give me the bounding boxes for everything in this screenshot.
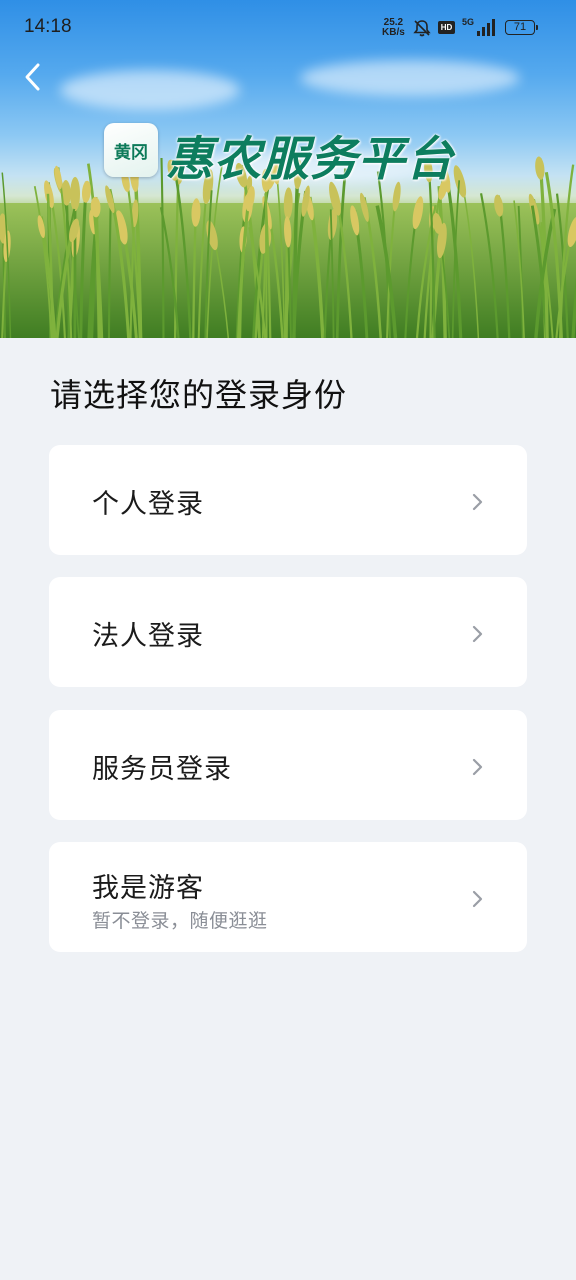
bell-muted-icon — [413, 20, 431, 37]
login-option-guest[interactable]: 我是游客 暂不登录，随便逛逛 — [49, 842, 527, 952]
login-option-label: 我是游客 — [92, 873, 204, 904]
login-option-label: 个人登录 — [92, 489, 204, 520]
chevron-right-icon — [472, 493, 483, 511]
chevron-right-icon — [472, 890, 483, 908]
signal-icon: 5G — [462, 17, 495, 36]
header-banner: 14:18 25.2 KB/s HD 5G 71 黄冈 惠农服务平台 — [0, 0, 576, 338]
login-option-personal[interactable]: 个人登录 — [49, 445, 527, 555]
app-title: 惠农服务平台 — [166, 132, 454, 187]
app-logo: 黄冈 — [104, 123, 158, 177]
logo-badge-text: 黄冈 — [114, 142, 148, 163]
status-bar: 14:18 25.2 KB/s HD 5G 71 — [0, 0, 576, 58]
network-speed-unit: KB/s — [382, 27, 405, 38]
hd-icon: HD — [438, 21, 455, 34]
back-button[interactable] — [18, 60, 50, 96]
status-time: 14:18 — [24, 16, 72, 37]
page-title: 请选择您的登录身份 — [50, 376, 348, 414]
login-option-label: 服务员登录 — [92, 754, 232, 785]
chevron-left-icon — [25, 63, 40, 91]
battery-level: 71 — [513, 21, 527, 33]
cloud-decoration — [60, 70, 240, 110]
chevron-right-icon — [472, 758, 483, 776]
login-option-subtitle: 暂不登录，随便逛逛 — [92, 910, 268, 932]
battery-icon: 71 — [505, 20, 538, 35]
login-option-label: 法人登录 — [92, 621, 204, 652]
login-option-service-staff[interactable]: 服务员登录 — [49, 710, 527, 820]
cloud-decoration — [300, 60, 520, 96]
network-speed: 25.2 KB/s — [382, 18, 405, 38]
chevron-right-icon — [472, 625, 483, 643]
login-option-legal-person[interactable]: 法人登录 — [49, 577, 527, 687]
network-type: 5G — [462, 17, 474, 27]
